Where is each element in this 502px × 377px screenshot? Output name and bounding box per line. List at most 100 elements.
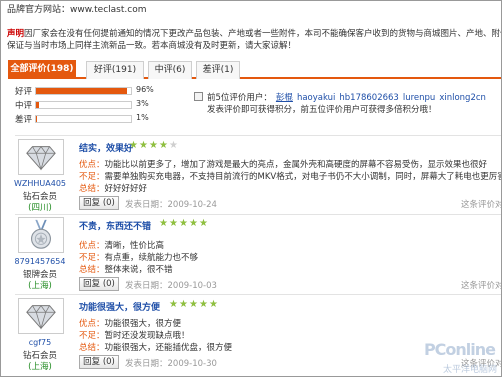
username[interactable]: WZHHUA405 (8, 179, 72, 188)
star-icon: ★ (159, 218, 168, 229)
review-tabs: 全部评价(198) 好评(191) 中评(6) 差评(1) (8, 60, 501, 79)
star-icon: ★ (209, 299, 218, 310)
review-summary: 总结：好好好好好 (79, 182, 147, 194)
avatar[interactable] (18, 217, 64, 253)
review-cons: 不足：暂时还没发现缺点哦！ (79, 329, 190, 341)
disclaimer-notice: 声明因厂家会在没有任何提前通知的情况下更改产品包装、产地或者一些附件，本司不能确… (7, 28, 501, 52)
rating-percent: 96% (136, 85, 154, 94)
star-icon: ★ (139, 140, 148, 151)
review-pros-key: 优点： (79, 160, 105, 170)
tab-all-reviews[interactable]: 全部评价(198) (8, 60, 76, 79)
reply-button[interactable]: 回复 (0) (79, 277, 119, 291)
rating-bar (35, 87, 132, 95)
review-date: 发表日期：2009-10-30 (125, 359, 217, 369)
top-reviewer-link[interactable]: haoyakui (297, 93, 335, 103)
rating-bar-fill (36, 88, 128, 94)
review-pros: 优点：功能比以前更多了，增加了游戏是最大的亮点，金属外壳和高硬度的屏幕不容易受伤… (79, 158, 487, 170)
rating-label: 中评 (15, 101, 33, 111)
top-reviewer-link[interactable]: 彭棍 (276, 93, 293, 103)
rating-label: 差评 (15, 115, 33, 125)
review-summary: 总结：整体来说，很不错 (79, 263, 173, 275)
top-reviewer-link[interactable]: hb178602663 (339, 93, 398, 103)
silver-medal-avatar-icon (19, 218, 63, 252)
star-icon: ★ (129, 140, 138, 151)
star-icon: ★ (179, 218, 188, 229)
rating-row-positive: 好评 96% (15, 85, 154, 97)
review-summary-key: 总结： (79, 265, 105, 275)
review-pros-text: 功能比以前更多了，增加了游戏是最大的亮点，金属外壳和高硬度的屏幕不容易受伤，显示… (104, 160, 488, 170)
username[interactable]: 8791457654 (8, 257, 72, 266)
brand-site-label: 品牌官方网站： (7, 5, 71, 15)
review-pros-key: 优点： (79, 319, 105, 329)
review-cons-text: 暂时还没发现缺点哦！ (104, 331, 190, 341)
review-helpful-prompt[interactable]: 这条评价对您 (461, 198, 501, 210)
rating-bar (35, 115, 132, 123)
avatar[interactable] (18, 139, 64, 175)
review-pros-text: 功能很强大，很方便 (104, 319, 182, 329)
star-rating: ★★★★★ (159, 219, 209, 229)
review-summary-text: 功能很强大，还能插优盘，很方便 (104, 343, 233, 353)
review-cons-key: 不足： (79, 331, 105, 341)
review-date: 发表日期：2009-10-03 (125, 281, 217, 291)
top-reviewer-link[interactable]: xinlong2cn (439, 93, 486, 103)
top-reviewer-link[interactable]: lurenpu (403, 93, 435, 103)
username[interactable]: cgf75 (8, 338, 72, 347)
review-cons-key: 不足： (79, 253, 105, 263)
star-icon: ★ (199, 299, 208, 310)
tab-negative[interactable]: 差评(1) (196, 61, 240, 79)
star-icon: ★ (189, 218, 198, 229)
reply-button[interactable]: 回复 (0) (79, 355, 119, 369)
review-item: 8791457654 银牌会员 (上海) 不贵，东西还不错 ★★★★★ 优点：清… (1, 217, 501, 299)
review-pros-key: 优点： (79, 241, 105, 251)
star-icon: ★ (169, 140, 178, 151)
top-reviewers: 前5位评价用户： 彭棍 haoyakui hb178602663 lurenpu xinl… (194, 91, 486, 103)
watermark-logo: PConline 太平洋电脑网 (397, 340, 501, 376)
star-icon: ★ (189, 299, 198, 310)
divider (15, 294, 501, 295)
rating-bar (35, 101, 132, 109)
review-summary-key: 总结： (79, 343, 105, 353)
top-reviewers-note: 发表评价即可获得积分，前五位评价用户可获得多倍积分哦！ (207, 105, 437, 115)
review-cons-text: 有点重，续航能力也不够 (104, 253, 199, 263)
disclaimer-line-2: 保证与当时市场上同样主流新品一致。若本商城没有及时更新，请大家谅解！ (7, 41, 297, 51)
divider (15, 135, 501, 136)
brand-site-url[interactable]: www.teclast.com (70, 5, 146, 15)
review-title: 不贵，东西还不错 (79, 222, 152, 232)
watermark-brand: PConline (423, 340, 496, 359)
star-icon: ★ (169, 299, 178, 310)
avatar[interactable] (18, 298, 64, 334)
top-reviewers-prefix: 前5位评价用户： (207, 93, 272, 103)
review-page: 品牌官方网站：www.teclast.com 声明因厂家会在没有任何提前通知的情… (0, 0, 502, 377)
disclaimer-tag: 声明 (7, 29, 25, 39)
review-cons: 不足：有点重，续航能力也不够 (79, 251, 198, 263)
review-helpful-prompt[interactable]: 这条评价对您 (461, 279, 501, 291)
review-summary: 总结：功能很强大，还能插优盘，很方便 (79, 341, 232, 353)
review-item: WZHHUA405 钻石会员 (四川) 结实，效果好 ★★★★★ 优点：功能比以… (1, 139, 501, 221)
diamond-avatar-icon (19, 299, 63, 333)
star-rating: ★★★★★ (169, 300, 219, 310)
review-date: 发表日期：2009-10-24 (125, 200, 217, 210)
rating-percent: 3% (136, 99, 149, 108)
rating-bar-fill (36, 102, 39, 108)
review-summary-key: 总结： (79, 184, 105, 194)
review-summary-text: 好好好好好 (104, 184, 148, 194)
member-region: (上海) (28, 362, 52, 372)
reply-button[interactable]: 回复 (0) (79, 196, 119, 210)
rating-percent: 1% (136, 113, 149, 122)
star-icon: ★ (159, 140, 168, 151)
watermark-subtitle: 太平洋电脑网 (442, 365, 497, 375)
review-summary-text: 整体来说，很不错 (104, 265, 173, 275)
rating-row-negative: 差评 1% (15, 113, 150, 125)
rating-label: 好评 (15, 87, 33, 97)
tab-positive[interactable]: 好评(191) (86, 61, 144, 79)
divider (15, 214, 501, 215)
star-icon: ★ (179, 299, 188, 310)
star-icon: ★ (199, 218, 208, 229)
tab-neutral[interactable]: 中评(6) (148, 61, 192, 79)
review-title: 功能很强大，很方便 (79, 303, 161, 313)
review-pros: 优点：功能很强大，很方便 (79, 317, 181, 329)
rating-row-neutral: 中评 3% (15, 99, 150, 111)
star-rating: ★★★★★ (129, 141, 179, 151)
review-cons-text: 需要单独购买充电器，不支持目前流行的MKV格式，对电子书仍不大小调制，同时，屏幕… (104, 172, 501, 182)
star-icon: ★ (149, 140, 158, 151)
